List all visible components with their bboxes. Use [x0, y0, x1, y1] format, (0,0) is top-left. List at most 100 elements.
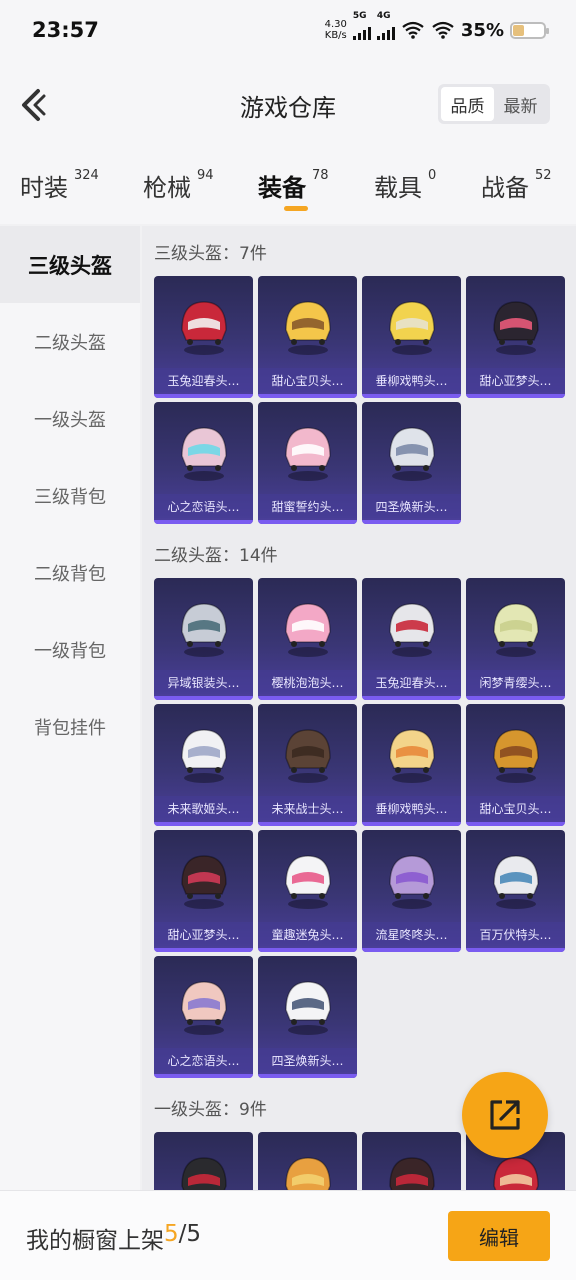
section-title: 三级头盔：7件 — [154, 243, 267, 264]
helmet-icon — [493, 301, 539, 355]
item-name: 玉兔迎春头… — [154, 368, 253, 392]
wifi-plus-icon — [402, 21, 424, 39]
item-card[interactable]: 甜心宝贝头… — [466, 704, 565, 826]
item-card[interactable]: 四圣焕新头… — [362, 402, 461, 524]
tab-fashion[interactable]: 时装 324 — [20, 168, 99, 203]
helmet-icon — [389, 301, 435, 355]
signal-4g-icon: 4G — [376, 11, 395, 40]
tab-count: 0 — [428, 168, 437, 183]
helmet-icon — [493, 729, 539, 783]
item-name: 异域银装头… — [154, 670, 253, 694]
signal-5g-icon: 5G — [352, 11, 371, 40]
item-name: 甜心亚梦头… — [466, 368, 565, 392]
item-name: 闲梦青缨头… — [466, 670, 565, 694]
item-card[interactable]: 闲梦青缨头… — [466, 578, 565, 700]
item-name: 未来歌姬头… — [154, 796, 253, 820]
helmet-icon — [181, 427, 227, 481]
sidebar-item-level3-backpack[interactable]: 三级背包 — [0, 457, 140, 534]
item-card[interactable]: 异域银装头… — [154, 578, 253, 700]
item-card[interactable]: 童趣迷兔头… — [258, 830, 357, 952]
share-button[interactable] — [462, 1072, 548, 1158]
item-card[interactable]: 心之恋语头… — [154, 402, 253, 524]
sidebar-item-backpack-charm[interactable]: 背包挂件 — [0, 688, 140, 765]
helmet-icon — [493, 855, 539, 909]
sidebar-item-level1-backpack[interactable]: 一级背包 — [0, 611, 140, 688]
item-card[interactable]: 心之恋语头… — [154, 956, 253, 1078]
tab-count: 94 — [197, 168, 214, 183]
helmet-icon — [389, 855, 435, 909]
item-card[interactable]: 玉兔迎春头… — [154, 276, 253, 398]
edit-button[interactable]: 编辑 — [448, 1211, 550, 1261]
tab-vehicles[interactable]: 载具 0 — [374, 168, 436, 203]
item-name: 垂柳戏鸭头… — [362, 368, 461, 392]
tab-active-indicator — [284, 206, 308, 211]
helmet-icon — [389, 427, 435, 481]
item-card[interactable]: 流星咚咚头… — [362, 830, 461, 952]
helmet-icon — [181, 729, 227, 783]
tab-label: 时装 — [20, 174, 68, 202]
item-list[interactable]: 三级头盔：7件 玉兔迎春头… 甜心宝贝头… 垂柳戏鸭头… 甜心亚梦头… 心之恋语头… 甜蜜… — [142, 226, 576, 1190]
page-header: 游戏仓库 品质 最新 — [0, 60, 576, 150]
item-card[interactable]: 百万伏特头… — [466, 830, 565, 952]
tab-equipment[interactable]: 装备 78 — [258, 168, 329, 203]
tab-count: 78 — [312, 168, 329, 183]
helmet-icon — [181, 855, 227, 909]
wifi-icon — [432, 21, 454, 39]
item-name: 甜心宝贝头… — [466, 796, 565, 820]
helmet-icon — [285, 1157, 331, 1190]
item-name: 童趣迷兔头… — [258, 922, 357, 946]
showcase-used-count: 5 — [164, 1221, 179, 1247]
sort-toggle: 品质 最新 — [438, 84, 550, 124]
item-card[interactable]: 玉兔迎春头… — [362, 578, 461, 700]
sidebar-item-level2-backpack[interactable]: 二级背包 — [0, 534, 140, 611]
helmet-icon — [285, 729, 331, 783]
showcase-label: 我的橱窗上架 — [26, 1228, 164, 1254]
item-grid: 玉兔迎春头… 甜心宝贝头… 垂柳戏鸭头… 甜心亚梦头… 心之恋语头… 甜蜜誓约头… 四圣焕新… — [142, 276, 576, 524]
tab-count: 324 — [74, 168, 99, 183]
item-name: 未来战士头… — [258, 796, 357, 820]
network-speed-value: 4.30 — [324, 19, 347, 30]
share-external-icon — [490, 1100, 520, 1130]
item-card[interactable]: 四圣焕新头… — [258, 956, 357, 1078]
item-card[interactable]: 樱桃泡泡头… — [258, 578, 357, 700]
status-icons: 4.30 KB/s 5G 4G 35% — [324, 11, 549, 41]
item-card[interactable]: 垂柳戏鸭头… — [362, 276, 461, 398]
sidebar-item-level1-helmet[interactable]: 一级头盔 — [0, 380, 140, 457]
sort-latest-button[interactable]: 最新 — [494, 87, 547, 121]
item-card[interactable]: 未来战士头… — [258, 704, 357, 826]
item-card[interactable]: 甜心宝贝头… — [258, 276, 357, 398]
helmet-icon — [285, 981, 331, 1035]
helmet-icon — [285, 427, 331, 481]
item-card[interactable]: 甜蜜誓约头… — [258, 402, 357, 524]
item-card[interactable]: 甜心亚梦头… — [466, 276, 565, 398]
item-name: 甜心宝贝头… — [258, 368, 357, 392]
sidebar-item-level2-helmet[interactable]: 二级头盔 — [0, 303, 140, 380]
sort-quality-button[interactable]: 品质 — [441, 87, 494, 121]
showcase-total-count: 5 — [186, 1221, 202, 1247]
tab-count: 52 — [535, 168, 552, 183]
sidebar-item-level3-helmet[interactable]: 三级头盔 — [0, 226, 140, 303]
item-name: 垂柳戏鸭头… — [362, 796, 461, 820]
helmet-icon — [181, 981, 227, 1035]
item-card[interactable] — [154, 1132, 253, 1190]
helmet-icon — [389, 1157, 435, 1190]
signal-4g-label: 4G — [376, 11, 391, 21]
item-card[interactable] — [362, 1132, 461, 1190]
helmet-icon — [389, 603, 435, 657]
item-card[interactable] — [258, 1132, 357, 1190]
item-card[interactable]: 未来歌姬头… — [154, 704, 253, 826]
tab-supplies[interactable]: 战备 52 — [481, 168, 552, 203]
item-name: 流星咚咚头… — [362, 922, 461, 946]
item-name: 百万伏特头… — [466, 922, 565, 946]
helmet-icon — [181, 603, 227, 657]
item-name: 甜蜜誓约头… — [258, 494, 357, 518]
helmet-icon — [493, 603, 539, 657]
signal-5g-label: 5G — [352, 11, 367, 21]
item-name: 心之恋语头… — [154, 1048, 253, 1072]
item-card[interactable]: 甜心亚梦头… — [154, 830, 253, 952]
item-card[interactable]: 垂柳戏鸭头… — [362, 704, 461, 826]
item-name: 樱桃泡泡头… — [258, 670, 357, 694]
showcase-separator: / — [178, 1221, 187, 1247]
tab-weapons[interactable]: 枪械 94 — [143, 168, 214, 203]
tab-label: 载具 — [374, 174, 422, 202]
